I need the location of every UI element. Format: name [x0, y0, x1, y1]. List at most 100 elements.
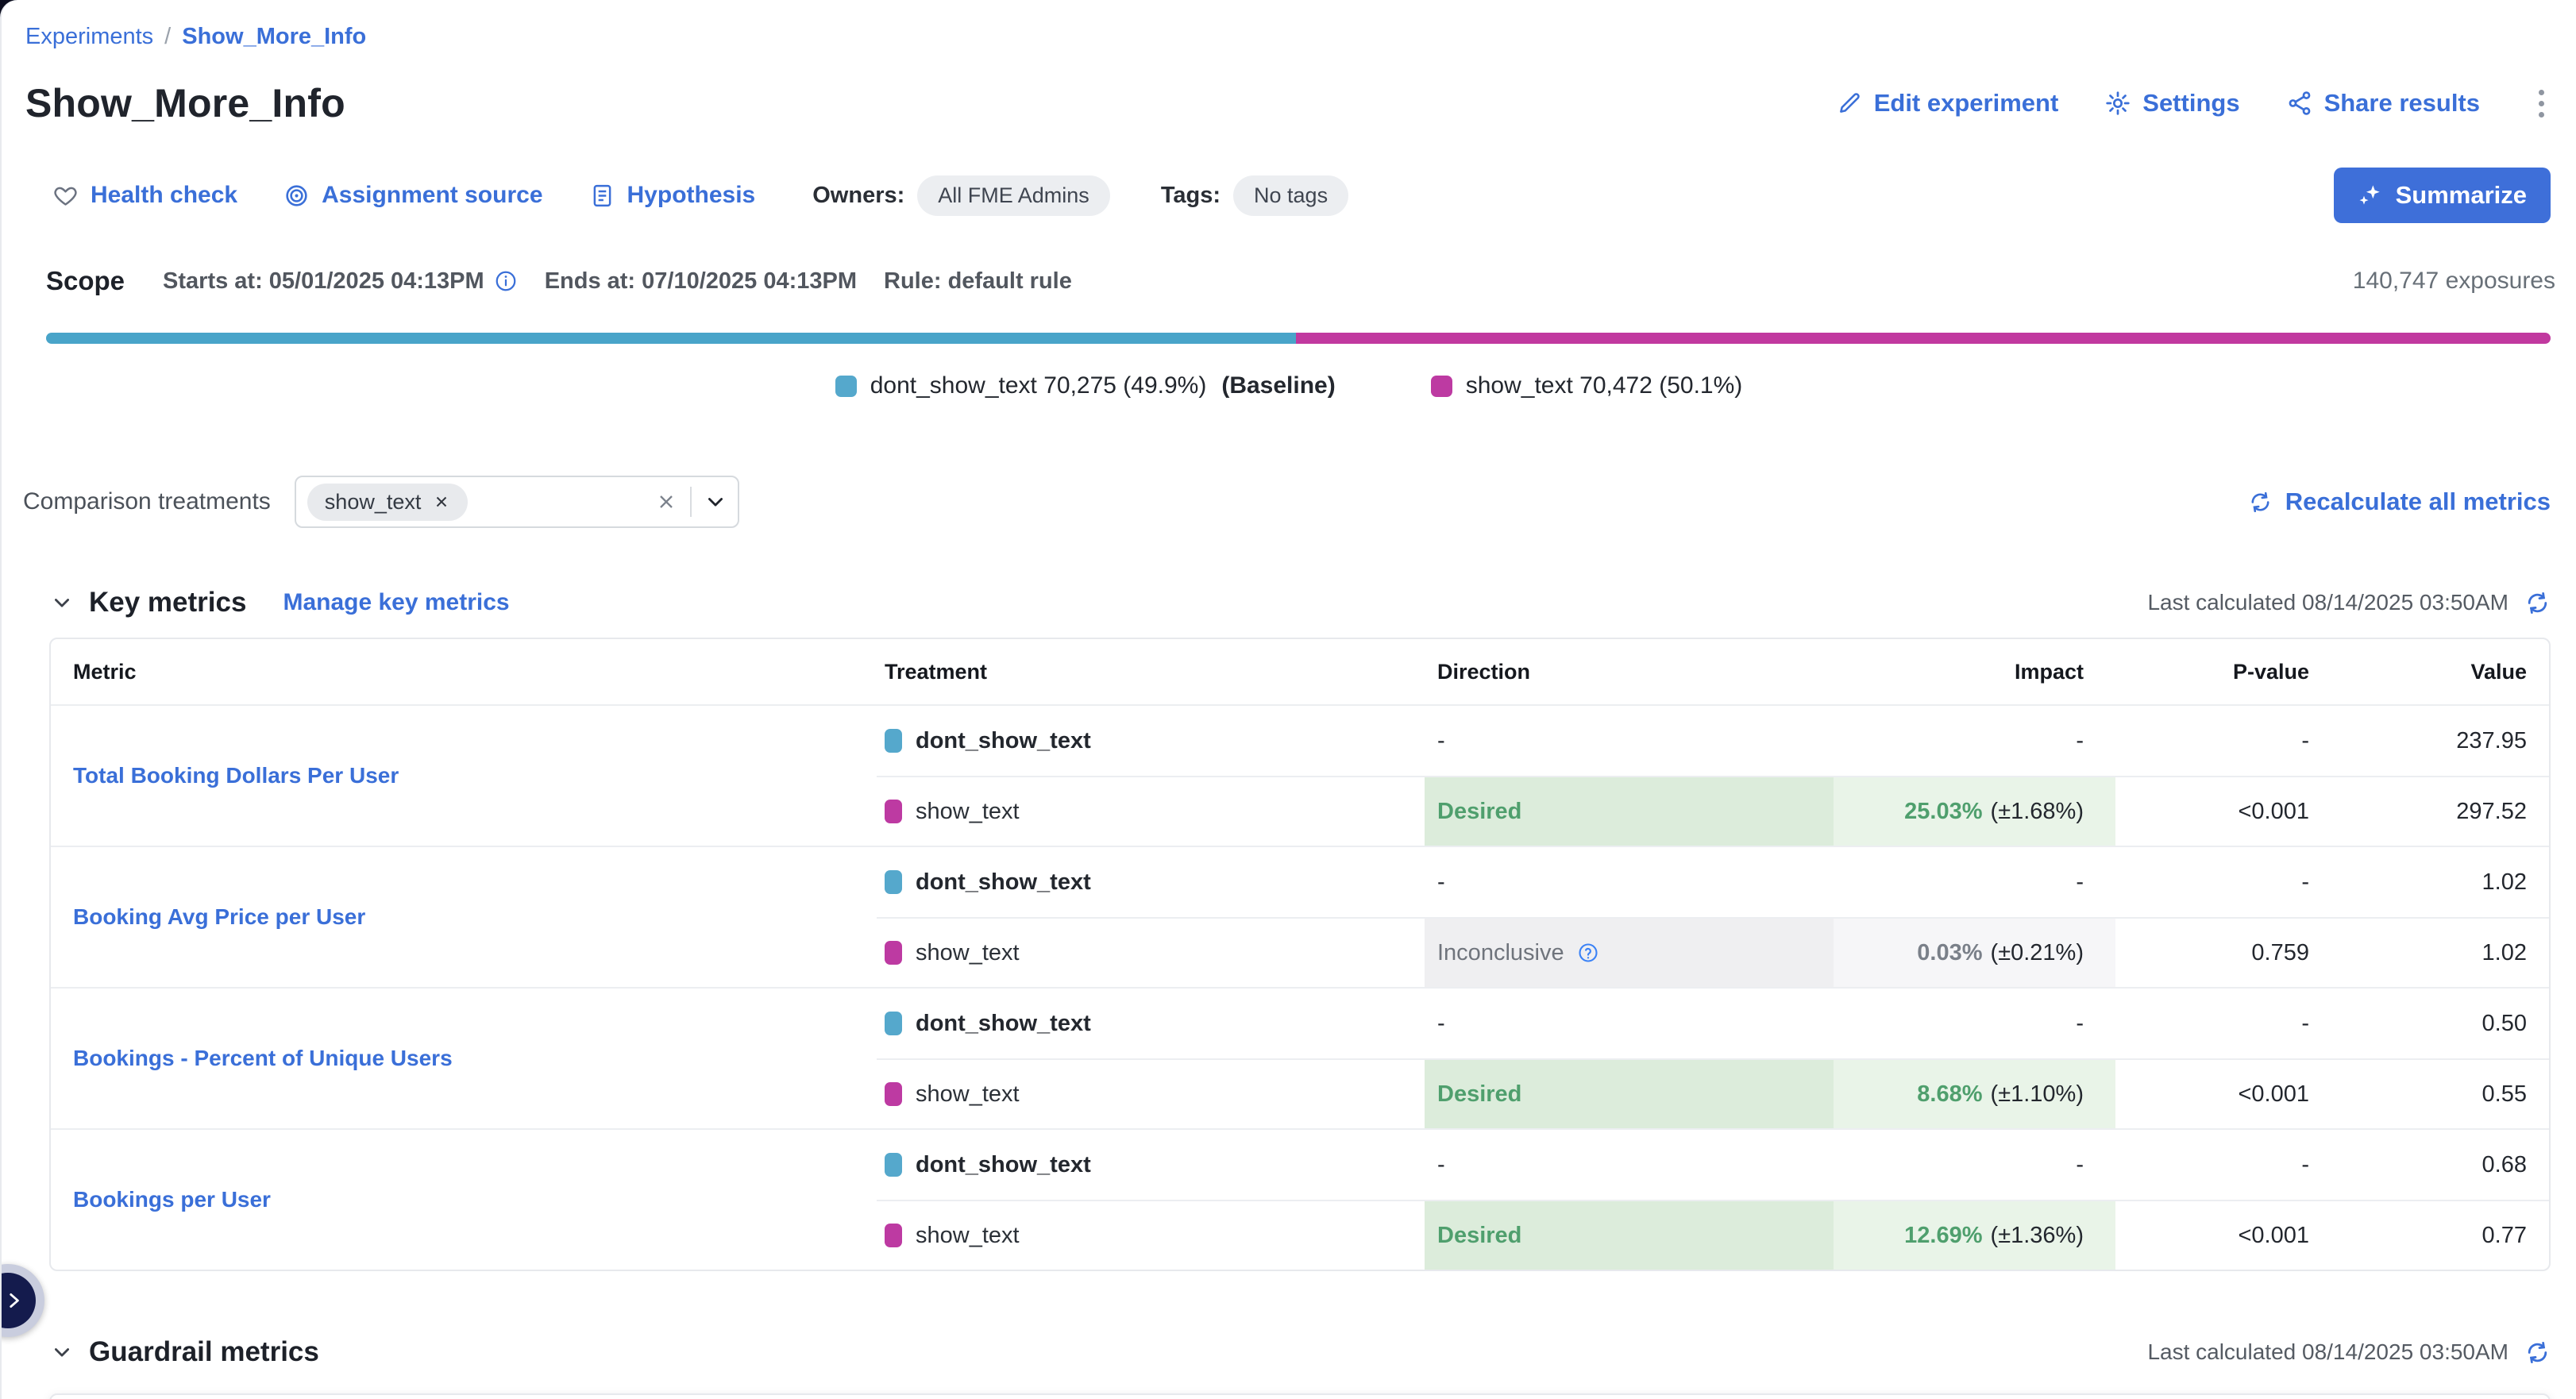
key-metrics-title: Key metrics	[89, 587, 246, 619]
target-icon	[283, 183, 310, 209]
edit-experiment-button[interactable]: Edit experiment	[1836, 89, 2059, 118]
select-clear-icon[interactable]	[655, 491, 677, 513]
comparison-row: Comparison treatments show_text Recalcul…	[23, 476, 2551, 528]
impact-confidence-interval: (±1.10%)	[1991, 1081, 2084, 1108]
treatment-swatch	[885, 1153, 902, 1177]
p-value-cell: -	[2115, 706, 2346, 776]
action-label: Settings	[2142, 89, 2239, 118]
direction-label: -	[1437, 1011, 1445, 1037]
metric-link[interactable]: Booking Avg Price per User	[73, 904, 365, 930]
treatment-swatch	[885, 1082, 902, 1106]
value-cell: 297.52	[2346, 777, 2549, 846]
collapse-chevron-icon[interactable]	[51, 1341, 73, 1363]
value-cell: 0.55	[2346, 1060, 2549, 1128]
experiment-page: Experiments / Show_More_Info Show_More_I…	[0, 0, 2576, 1399]
breadcrumb-current[interactable]: Show_More_Info	[182, 24, 366, 50]
assignment-source-link[interactable]: Assignment source	[283, 182, 542, 209]
meta-link-label: Assignment source	[322, 182, 542, 209]
direction-cell: -	[1425, 847, 1834, 917]
direction-label: Inconclusive	[1437, 940, 1564, 966]
manage-key-metrics-link[interactable]: Manage key metrics	[283, 589, 509, 616]
p-value-cell: -	[2115, 1130, 2346, 1200]
breadcrumb-experiments[interactable]: Experiments	[25, 24, 153, 50]
metric-link[interactable]: Total Booking Dollars Per User	[73, 763, 399, 788]
treatment-name: dont_show_text	[916, 869, 1091, 896]
treatment-name: dont_show_text	[916, 1011, 1091, 1037]
metric-group: Total Booking Dollars Per User dont_show_…	[51, 706, 2549, 847]
summarize-label: Summarize	[2396, 181, 2527, 210]
key-metrics-table-header: MetricTreatmentDirectionImpactP-valueVal…	[51, 639, 2549, 706]
allocation-segment-show_text	[1296, 333, 2551, 344]
treatment-cell: show_text	[877, 1201, 1425, 1270]
owners-pill[interactable]: All FME Admins	[917, 175, 1110, 216]
p-value-cell: <0.001	[2115, 777, 2346, 846]
tags-pill[interactable]: No tags	[1233, 175, 1348, 216]
treatment-chip[interactable]: show_text	[307, 484, 469, 521]
owners-group: Owners: All FME Admins	[812, 175, 1110, 216]
impact-percent: -	[2076, 728, 2084, 754]
treatment-cell: dont_show_text	[877, 847, 1425, 917]
impact-percent: 8.68%	[1917, 1081, 1982, 1108]
metric-cell: Bookings per User	[51, 1130, 877, 1270]
page-title: Show_More_Info	[25, 80, 345, 126]
impact-percent: -	[2076, 1152, 2084, 1178]
refresh-icon[interactable]	[2524, 590, 2551, 616]
impact-cell: -	[1834, 989, 2115, 1058]
treatment-name: show_text	[916, 940, 1020, 966]
column-header-direction: Direction	[1425, 660, 1834, 684]
direction-cell: -	[1425, 989, 1834, 1058]
p-value-cell: <0.001	[2115, 1060, 2346, 1128]
impact-cell: 12.69%(±1.36%)	[1834, 1201, 2115, 1270]
meta-row: Health checkAssignment sourceHypothesis …	[52, 168, 2551, 223]
direction-cell: Desired	[1425, 1201, 1834, 1270]
direction-label: Desired	[1437, 1081, 1521, 1108]
guardrail-last-calculated: Last calculated 08/14/2025 03:50AM	[2147, 1339, 2509, 1365]
scope-row: Scope Starts at: 05/01/2025 04:13PM Ends…	[46, 266, 2555, 296]
help-icon[interactable]	[1577, 942, 1599, 964]
impact-percent: -	[2076, 1011, 2084, 1037]
guardrail-metrics-table: MetricTreatmentDirectionImpactP-valueVal…	[49, 1393, 2551, 1399]
pencil-icon	[1836, 90, 1863, 117]
chevron-down-icon[interactable]	[704, 491, 727, 513]
direction-label: Desired	[1437, 1223, 1521, 1249]
recalculate-label: Recalculate all metrics	[2285, 488, 2551, 516]
treatment-name: dont_show_text	[916, 728, 1091, 754]
sidebar-expand-toggle[interactable]	[0, 1264, 44, 1337]
direction-cell: -	[1425, 706, 1834, 776]
comparison-treatments-select[interactable]: show_text	[295, 476, 739, 528]
collapse-chevron-icon[interactable]	[51, 592, 73, 614]
direction-label: Desired	[1437, 799, 1521, 825]
table-row: show_text Desired 8.68% (±1.10%) <0.0010.55	[877, 1058, 2549, 1128]
owners-label: Owners:	[812, 183, 904, 209]
more-options-kebab-icon[interactable]	[2531, 85, 2552, 122]
header-actions: Edit experiment Settings Share results	[1836, 85, 2552, 122]
p-value-cell: 0.759	[2115, 919, 2346, 987]
legend-swatch	[835, 376, 857, 397]
chevron-right-icon	[0, 1273, 36, 1328]
treatment-swatch	[885, 729, 902, 753]
legend-item: show_text 70,472 (50.1%)	[1431, 372, 1743, 399]
settings-button[interactable]: Settings	[2104, 89, 2239, 118]
treatment-swatch	[885, 800, 902, 823]
treatment-cell: show_text	[877, 1060, 1425, 1128]
metric-group: Bookings - Percent of Unique Users dont_s…	[51, 989, 2549, 1130]
impact-cell: 8.68% (±1.10%)	[1834, 1060, 2115, 1128]
legend-swatch	[1431, 376, 1452, 397]
hypothesis-link[interactable]: Hypothesis	[589, 182, 756, 209]
metric-link[interactable]: Bookings per User	[73, 1187, 271, 1212]
direction-cell: Desired	[1425, 1060, 1834, 1128]
p-value-cell: -	[2115, 989, 2346, 1058]
treatment-name: show_text	[916, 1223, 1020, 1249]
chip-remove-icon[interactable]	[433, 493, 450, 511]
column-header-value: Value	[2346, 660, 2549, 684]
key-metrics-last-calculated: Last calculated 08/14/2025 03:50AM	[2147, 590, 2509, 615]
share-results-button[interactable]: Share results	[2286, 89, 2480, 118]
value-cell: 237.95	[2346, 706, 2549, 776]
metric-link[interactable]: Bookings - Percent of Unique Users	[73, 1046, 453, 1071]
info-icon[interactable]	[494, 269, 518, 293]
summarize-button[interactable]: Summarize	[2334, 168, 2551, 223]
health-check-link[interactable]: Health check	[52, 182, 237, 209]
refresh-icon[interactable]	[2524, 1339, 2551, 1366]
tags-group: Tags: No tags	[1161, 175, 1348, 216]
recalculate-all-metrics-button[interactable]: Recalculate all metrics	[2248, 488, 2551, 516]
